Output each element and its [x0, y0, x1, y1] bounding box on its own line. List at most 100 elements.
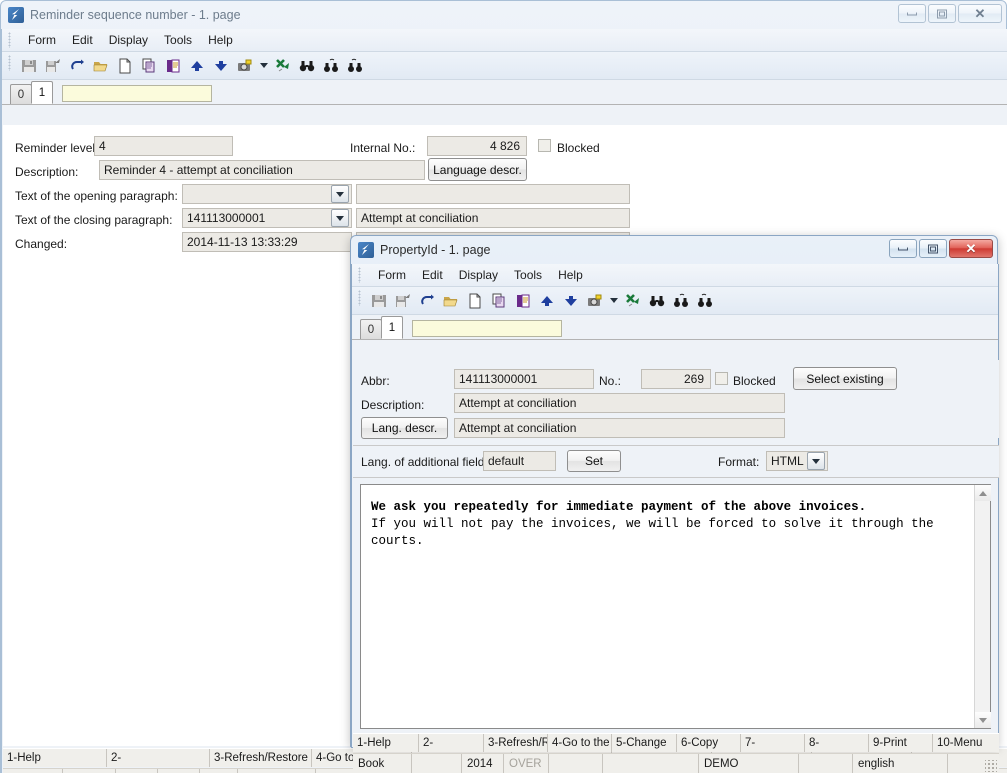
menu-help[interactable]: Help: [200, 31, 241, 49]
new-document-icon[interactable]: [114, 55, 136, 77]
arrow-down-icon[interactable]: [560, 290, 582, 312]
find-prev-icon[interactable]: [694, 290, 716, 312]
scroll-up-arrow-icon[interactable]: [975, 485, 991, 501]
save-icon[interactable]: [18, 55, 40, 77]
abbr-field[interactable]: 141113000001: [454, 369, 594, 389]
dialog-titlebar[interactable]: PropertyId - 1. page ✕: [351, 236, 997, 264]
closing-paragraph-text-field[interactable]: Attempt at conciliation: [356, 208, 630, 228]
open-folder-icon[interactable]: [90, 55, 112, 77]
main-window-titlebar[interactable]: Reminder sequence number - 1. page ✕: [1, 1, 1006, 29]
dialog-fkey-7[interactable]: 7-: [741, 734, 805, 752]
copy-icon[interactable]: [138, 55, 160, 77]
no-field[interactable]: 269: [641, 369, 711, 389]
arrow-up-icon[interactable]: [536, 290, 558, 312]
dialog-fkey-1[interactable]: 1-Help: [353, 734, 419, 752]
dialog-menu-help[interactable]: Help: [550, 266, 591, 284]
dialog-tab-1[interactable]: 1: [381, 316, 403, 339]
dialog-maximize-button[interactable]: [919, 239, 947, 258]
dialog-toolbar-grip[interactable]: [358, 290, 361, 306]
opening-paragraph-text-field[interactable]: [356, 184, 630, 204]
arrow-up-icon[interactable]: [186, 55, 208, 77]
dialog-menu-form[interactable]: Form: [370, 266, 414, 284]
maximize-button[interactable]: [928, 4, 956, 23]
arrow-down-icon[interactable]: [210, 55, 232, 77]
scroll-down-arrow-icon[interactable]: [975, 712, 991, 728]
menu-tools[interactable]: Tools: [156, 31, 200, 49]
dialog-fkey-8[interactable]: 8-: [805, 734, 869, 752]
tab-1[interactable]: 1: [31, 81, 53, 104]
chevron-down-icon[interactable]: [807, 452, 825, 470]
resize-grip[interactable]: [985, 760, 997, 772]
description-field[interactable]: Reminder 4 - attempt at conciliation: [99, 160, 425, 180]
dialog-status-year: 2014: [462, 754, 504, 773]
chevron-down-icon[interactable]: [331, 185, 349, 203]
export-excel-icon[interactable]: [272, 55, 294, 77]
save-icon[interactable]: [368, 290, 390, 312]
find-next-icon[interactable]: [320, 55, 342, 77]
new-document-icon[interactable]: [464, 290, 486, 312]
dialog-menubar-grip[interactable]: [358, 267, 361, 283]
editor-vertical-scrollbar[interactable]: [974, 485, 991, 728]
tab-search-field[interactable]: [62, 85, 212, 102]
blocked-checkbox[interactable]: [538, 139, 551, 152]
dialog-fkey-2[interactable]: 2-: [419, 734, 484, 752]
dialog-menu-display[interactable]: Display: [451, 266, 506, 284]
lang-descr-field[interactable]: Attempt at conciliation: [454, 418, 785, 438]
lang-additional-field[interactable]: default: [483, 451, 556, 471]
dialog-fkey-10[interactable]: 10-Menu: [933, 734, 999, 752]
dialog-fkey-4[interactable]: 4-Go to the l: [548, 734, 612, 752]
dialog-description-field[interactable]: Attempt at conciliation: [454, 393, 785, 413]
binoculars-icon[interactable]: [296, 55, 318, 77]
language-descr-button[interactable]: Language descr.: [428, 158, 527, 181]
fkey-3[interactable]: 3-Refresh/Restore: [210, 749, 312, 767]
dialog-fkey-3[interactable]: 3-Refresh/R: [484, 734, 548, 752]
dialog-tab-0[interactable]: 0: [360, 319, 382, 339]
reminder-level-field[interactable]: 4: [94, 136, 233, 156]
changed-datetime-field[interactable]: 2014-11-13 13:33:29: [182, 232, 352, 252]
menubar-grip[interactable]: [8, 32, 11, 48]
dialog-fkey-9[interactable]: 9-Print: [869, 734, 933, 752]
book-icon[interactable]: [512, 290, 534, 312]
close-button[interactable]: ✕: [958, 4, 1002, 23]
toolbar-dropdown-caret-icon[interactable]: [608, 290, 620, 312]
format-combo[interactable]: HTML: [766, 451, 828, 471]
toolbar-grip[interactable]: [8, 55, 11, 71]
dialog-blocked-checkbox[interactable]: [715, 372, 728, 385]
dialog-fkey-6[interactable]: 6-Copy: [677, 734, 741, 752]
binoculars-icon[interactable]: [646, 290, 668, 312]
export-excel-icon[interactable]: [622, 290, 644, 312]
opening-paragraph-combo[interactable]: [182, 184, 352, 204]
text-editor[interactable]: We ask you repeatedly for immediate paym…: [360, 484, 991, 729]
fkey-2[interactable]: 2-: [107, 749, 210, 767]
book-icon[interactable]: [162, 55, 184, 77]
fkey-1[interactable]: 1-Help: [3, 749, 107, 767]
save-as-icon[interactable]: [392, 290, 414, 312]
copy-icon[interactable]: [488, 290, 510, 312]
dialog-menu-edit[interactable]: Edit: [414, 266, 451, 284]
dialog-fkey-5[interactable]: 5-Change: [612, 734, 677, 752]
menu-form[interactable]: Form: [20, 31, 64, 49]
save-as-icon[interactable]: [42, 55, 64, 77]
camera-icon[interactable]: [584, 290, 606, 312]
open-folder-icon[interactable]: [440, 290, 462, 312]
chevron-down-icon[interactable]: [331, 209, 349, 227]
minimize-button[interactable]: [898, 4, 926, 23]
find-prev-icon[interactable]: [344, 55, 366, 77]
menu-edit[interactable]: Edit: [64, 31, 101, 49]
menu-display[interactable]: Display: [101, 31, 156, 49]
undo-icon[interactable]: [416, 290, 438, 312]
dialog-menu-tools[interactable]: Tools: [506, 266, 550, 284]
camera-icon[interactable]: [234, 55, 256, 77]
internal-no-field[interactable]: 4 826: [427, 136, 527, 156]
tab-0[interactable]: 0: [10, 84, 32, 104]
dialog-close-button[interactable]: ✕: [949, 239, 993, 258]
select-existing-button[interactable]: Select existing: [793, 367, 897, 390]
dialog-tab-search-field[interactable]: [412, 320, 562, 337]
undo-icon[interactable]: [66, 55, 88, 77]
toolbar-dropdown-caret-icon[interactable]: [258, 55, 270, 77]
set-button[interactable]: Set: [567, 450, 621, 472]
dialog-minimize-button[interactable]: [889, 239, 917, 258]
lang-descr-button[interactable]: Lang. descr.: [361, 417, 448, 439]
closing-paragraph-combo[interactable]: 141113000001: [182, 208, 352, 228]
find-next-icon[interactable]: [670, 290, 692, 312]
